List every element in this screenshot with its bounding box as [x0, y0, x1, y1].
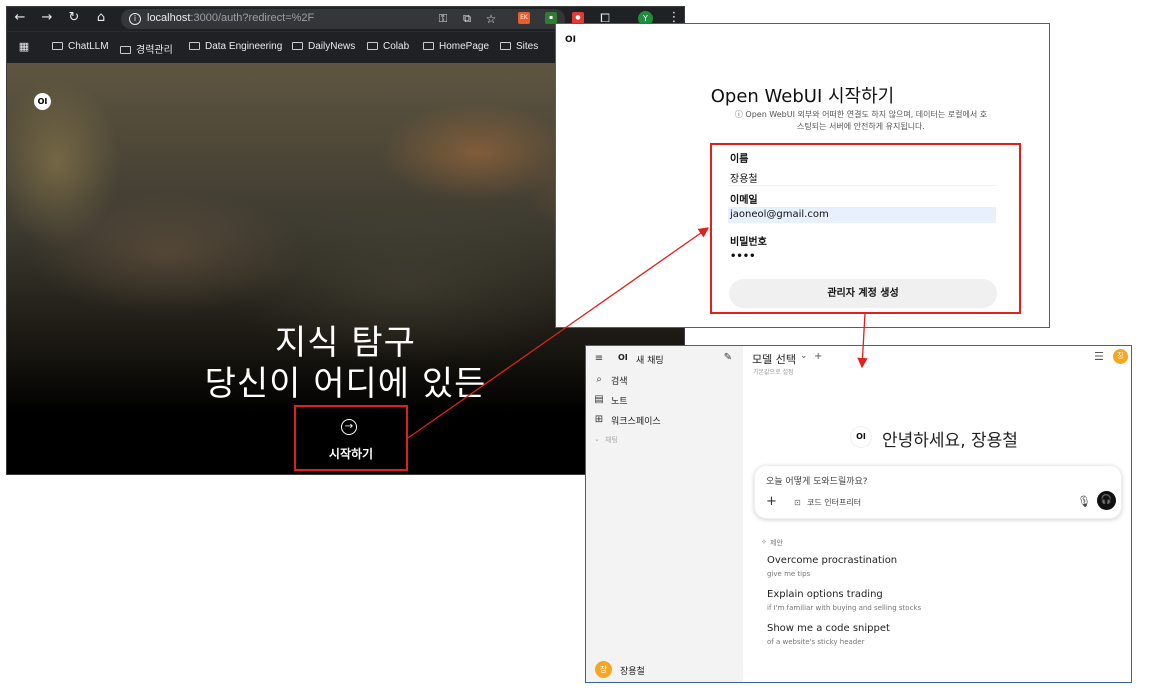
chat-window: ≡ OI 새 채팅 ✎ ⌕ 검색 ▤ 노트 ⊞ 워크스페이스 ⌄ 채팅 장 장용…: [585, 345, 1132, 683]
bookmark-data-engineering[interactable]: Data Engineering: [189, 41, 282, 52]
divider: [728, 185, 996, 186]
bookmark-career[interactable]: 경력관리: [120, 41, 173, 56]
note-icon: ▤: [594, 394, 604, 405]
controls-sliders-icon[interactable]: ☰: [1094, 350, 1104, 363]
name-field[interactable]: 장용철: [730, 170, 758, 185]
key-icon[interactable]: ⚿: [435, 11, 451, 27]
sparkle-icon: ✧: [761, 538, 767, 546]
bookmark-label: Data Engineering: [205, 41, 283, 52]
code-interpreter-toggle[interactable]: 코드 인터프리터: [807, 497, 861, 508]
voice-mode-headphones-icon[interactable]: 🎧: [1097, 491, 1116, 510]
bookmark-label: HomePage: [439, 41, 490, 52]
sidebar-logo: OI: [618, 353, 628, 362]
suggestion-subtitle[interactable]: of a website's sticky header: [767, 638, 864, 646]
chevron-down-icon[interactable]: ⌄: [594, 435, 600, 443]
user-avatar[interactable]: 장: [595, 661, 612, 678]
folder-icon: [52, 42, 63, 50]
greeting-logo: OI: [850, 426, 872, 448]
site-info-icon[interactable]: i: [129, 13, 141, 25]
bookmark-chatllm[interactable]: ChatLLM: [52, 41, 109, 52]
sidebar: ≡ OI 새 채팅 ✎ ⌕ 검색 ▤ 노트 ⊞ 워크스페이스 ⌄ 채팅 장 장용…: [586, 346, 743, 682]
bookmark-label: Sites: [516, 41, 539, 52]
suggestion-subtitle[interactable]: if I'm familiar with buying and selling …: [767, 604, 921, 612]
bookmark-sites[interactable]: Sites: [500, 41, 538, 52]
openwebui-logo: OI: [34, 93, 51, 110]
folder-icon: [292, 42, 303, 50]
code-icon: ⊡: [794, 498, 801, 507]
model-select[interactable]: 모델 선택: [752, 351, 796, 367]
extension-icon-ek[interactable]: EK: [518, 12, 530, 24]
home-icon[interactable]: ⌂: [93, 10, 109, 26]
bookmark-dailynews[interactable]: DailyNews: [292, 41, 355, 52]
bookmark-label: ChatLLM: [68, 41, 109, 52]
chats-section-label[interactable]: 채팅: [605, 435, 618, 445]
sidebar-item-search[interactable]: 검색: [611, 374, 628, 387]
search-icon: ⌕: [596, 374, 602, 385]
url-host: localhost: [147, 12, 191, 24]
password-field[interactable]: ••••: [730, 251, 756, 262]
user-name[interactable]: 장용철: [620, 664, 645, 677]
back-icon[interactable]: ←: [12, 10, 28, 26]
bookmark-label: Colab: [383, 41, 410, 52]
bookmark-label: 경력관리: [136, 45, 173, 56]
menu-icon[interactable]: ≡: [593, 353, 605, 365]
name-label: 이름: [730, 154, 749, 165]
suggestion-title[interactable]: Explain options trading: [767, 589, 883, 600]
get-started-button[interactable]: → 시작하기: [294, 405, 408, 471]
email-label: 이메일: [730, 195, 758, 206]
signup-window: OI Open WebUI 시작하기 ⓘ Open WebUI 외부와 어떠한 …: [555, 23, 1050, 328]
greeting-text: 안녕하세요, 장용철: [882, 431, 1018, 451]
chat-input-field[interactable]: 오늘 어떻게 도와드릴까요?: [766, 474, 868, 487]
folder-icon: [189, 42, 200, 50]
suggestion-subtitle[interactable]: give me tips: [767, 570, 810, 578]
install-app-icon[interactable]: ⧉: [459, 11, 475, 27]
sidebar-item-workspace[interactable]: 워크스페이스: [611, 414, 661, 427]
header-avatar[interactable]: 장: [1113, 349, 1128, 364]
url-path: :3000/auth?redirect=%2F: [190, 12, 315, 24]
folder-icon: [423, 42, 434, 50]
folder-icon: [500, 42, 511, 50]
plus-icon[interactable]: +: [766, 494, 777, 509]
privacy-notice-line2: 스팅되는 서버에 안전하게 유지됩니다.: [797, 122, 925, 131]
create-admin-account-button[interactable]: 관리자 계정 생성: [729, 279, 997, 308]
suggestions-label: 제안: [770, 539, 783, 547]
privacy-notice-line1: ⓘ Open WebUI 외부와 어떠한 연결도 하지 않으며, 데이터는 로컬…: [734, 110, 988, 119]
address-bar[interactable]: i localhost:3000/auth?redirect=%2F ⚿ ⧉ ☆: [121, 9, 565, 29]
signup-title: Open WebUI 시작하기: [710, 86, 895, 107]
forward-icon[interactable]: →: [39, 10, 55, 26]
sidebar-item-notes[interactable]: 노트: [611, 394, 628, 407]
microphone-icon[interactable]: 🎙: [1077, 495, 1091, 508]
suggestion-title[interactable]: Overcome procrastination: [767, 555, 897, 566]
folder-icon: [367, 42, 378, 50]
password-label: 비밀번호: [730, 237, 767, 248]
privacy-notice: ⓘ Open WebUI 외부와 어떠한 연결도 하지 않으며, 데이터는 로컬…: [726, 109, 996, 133]
bookmark-star-icon[interactable]: ☆: [483, 11, 499, 27]
openwebui-logo: OI: [565, 35, 576, 45]
hero-title-line2: 당신이 어디에 있든: [204, 364, 487, 404]
get-started-label: 시작하기: [328, 447, 374, 461]
add-model-icon[interactable]: +: [814, 351, 822, 362]
set-default-link[interactable]: 기본값으로 설정: [753, 367, 794, 376]
bookmark-colab[interactable]: Colab: [367, 41, 409, 52]
apps-grid-icon[interactable]: ▦: [16, 39, 32, 55]
compose-icon[interactable]: ✎: [722, 352, 734, 364]
folder-icon: [120, 46, 131, 54]
bookmark-homepage[interactable]: HomePage: [423, 41, 489, 52]
url-text: localhost:3000/auth?redirect=%2F: [147, 12, 314, 24]
arrow-right-circle-icon: →: [341, 419, 357, 435]
workspace-icon: ⊞: [594, 414, 604, 425]
chevron-down-icon[interactable]: ⌄: [800, 351, 808, 361]
suggestion-title[interactable]: Show me a code snippet: [767, 623, 890, 634]
bookmark-label: DailyNews: [308, 41, 356, 52]
email-field[interactable]: jaoneol@gmail.com: [730, 209, 829, 220]
signup-form: 이름 장용철 이메일 jaoneol@gmail.com 비밀번호 •••• 관…: [710, 143, 1021, 314]
new-chat-button[interactable]: 새 채팅: [636, 353, 664, 366]
chat-input-box[interactable]: 오늘 어떻게 도와드릴까요? + ⊡ 코드 인터프리터 🎙 🎧: [754, 465, 1122, 519]
reload-icon[interactable]: ↻: [66, 10, 82, 26]
